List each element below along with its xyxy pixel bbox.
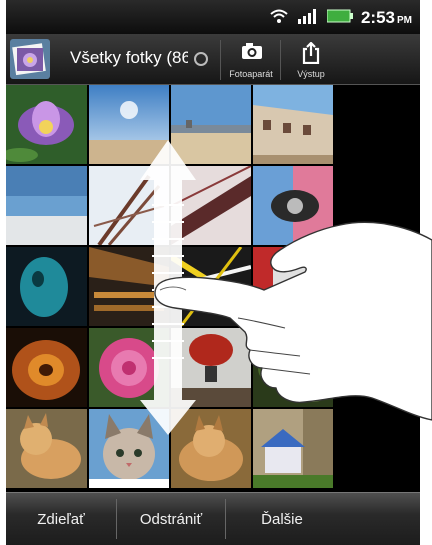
- phone-screen: 2:53 PM Všetky fotky (86 Fotoaparát Výst…: [6, 0, 420, 545]
- camera-button[interactable]: Fotoaparát: [222, 36, 280, 82]
- delete-label: Odstrániť: [139, 511, 203, 528]
- photo-thumbnail[interactable]: [89, 166, 169, 245]
- action-bar: Všetky fotky (86 Fotoaparát Výstup: [6, 34, 420, 85]
- photo-thumbnail[interactable]: [6, 247, 87, 326]
- photo-thumbnail[interactable]: [6, 409, 87, 488]
- more-button[interactable]: Ďalšie: [226, 493, 338, 545]
- photo-thumbnail[interactable]: [6, 85, 87, 164]
- photo-thumbnail[interactable]: [171, 247, 251, 326]
- photo-thumbnail[interactable]: [253, 166, 333, 245]
- album-thumbnail[interactable]: [10, 39, 50, 79]
- photo-thumbnail[interactable]: [171, 409, 251, 488]
- clock: 2:53 PM: [360, 8, 412, 27]
- photo-grid[interactable]: [6, 85, 420, 491]
- bottom-action-bar: Zdieľať Odstrániť Ďalšie: [6, 492, 420, 545]
- output-button[interactable]: Výstup: [282, 36, 340, 82]
- photo-thumbnail[interactable]: [89, 85, 169, 164]
- battery-icon: [326, 9, 353, 28]
- camera-icon: [242, 43, 262, 59]
- photo-thumbnail[interactable]: [6, 166, 87, 245]
- photo-thumbnail[interactable]: [253, 409, 333, 488]
- photo-thumbnail[interactable]: [171, 166, 251, 245]
- photo-thumbnail[interactable]: [253, 85, 333, 164]
- status-bar: 2:53 PM: [6, 0, 420, 34]
- signal-icon: [297, 8, 319, 29]
- photo-thumbnail[interactable]: [253, 247, 333, 326]
- photo-thumbnail[interactable]: [171, 328, 251, 407]
- photo-thumbnail[interactable]: [253, 328, 333, 407]
- delete-button[interactable]: Odstrániť: [117, 493, 225, 545]
- share-icon: [302, 42, 320, 64]
- album-title[interactable]: Všetky fotky (86: [70, 48, 188, 68]
- share-button[interactable]: Zdieľať: [6, 493, 116, 545]
- photo-thumbnail[interactable]: [171, 85, 251, 164]
- divider: [220, 40, 221, 80]
- wifi-icon: [269, 8, 289, 29]
- loading-spinner: [194, 52, 208, 66]
- camera-label: Fotoaparát: [229, 69, 273, 79]
- output-label: Výstup: [297, 69, 325, 79]
- more-label: Ďalšie: [261, 511, 303, 528]
- photo-thumbnail[interactable]: [89, 328, 169, 407]
- photo-thumbnail[interactable]: [89, 409, 169, 488]
- photo-thumbnail[interactable]: [89, 247, 169, 326]
- photo-thumbnail[interactable]: [6, 328, 87, 407]
- share-label: Zdieľať: [37, 511, 85, 528]
- divider: [280, 40, 281, 80]
